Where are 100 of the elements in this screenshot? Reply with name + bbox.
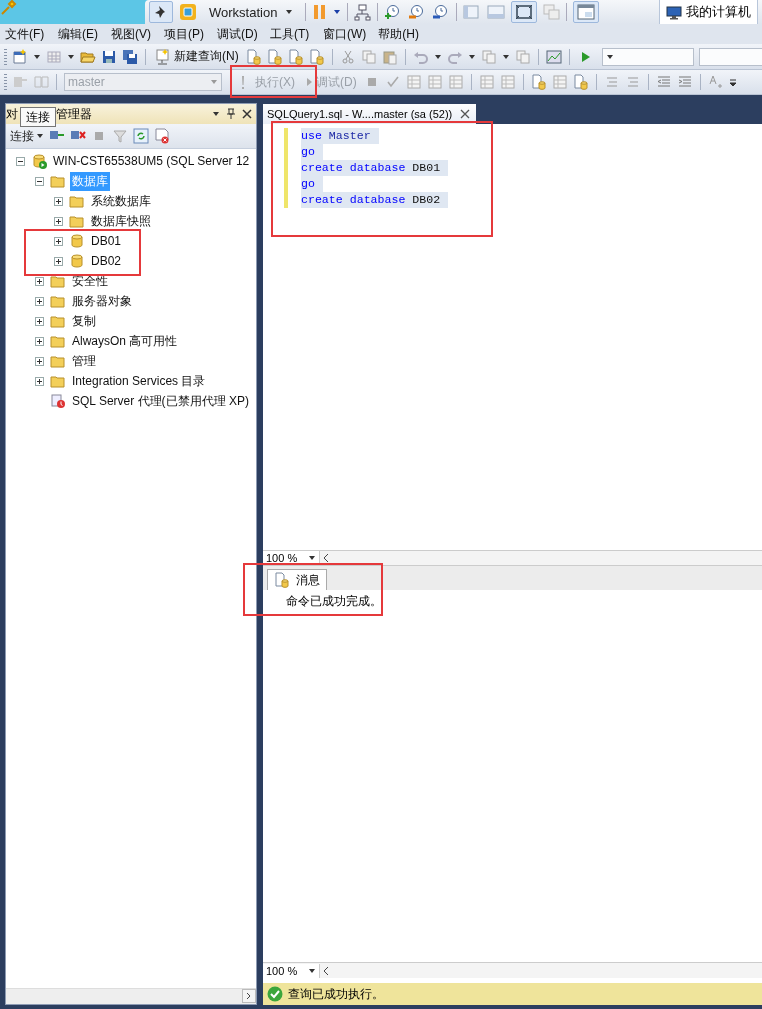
panel-title: 管理器 (56, 105, 92, 123)
document-tab[interactable]: SQLQuery1.sql - W....master (sa (52)) (263, 104, 477, 124)
folder-icon (50, 313, 66, 329)
pause-icon[interactable] (312, 4, 328, 20)
expand-icon[interactable] (54, 216, 63, 226)
folder-icon (50, 353, 66, 369)
xmla-query-icon[interactable] (308, 48, 325, 65)
collapse-icon[interactable] (16, 156, 25, 166)
menu-item[interactable]: 视图(V) (107, 25, 160, 43)
cube-logo-icon[interactable] (179, 3, 197, 21)
expand-icon[interactable] (35, 336, 44, 346)
dropdown-arrow-icon[interactable] (605, 52, 614, 61)
messages-tab[interactable]: 消息 (267, 569, 327, 590)
paste-icon[interactable] (381, 48, 398, 65)
database-icon (69, 233, 85, 249)
window-icon[interactable] (577, 4, 596, 20)
fullscreen-icon[interactable] (515, 4, 534, 20)
folder-icon (69, 213, 85, 229)
menu-item[interactable]: 项目(P) (160, 25, 213, 43)
database-query-icon[interactable] (530, 74, 547, 90)
database-query-icon[interactable] (572, 74, 589, 90)
dropdown-arrow-icon[interactable] (33, 52, 41, 61)
check-icon[interactable] (384, 74, 401, 90)
zoom-dropdown[interactable]: 100 % (263, 963, 320, 978)
tree-item[interactable]: Integration Services 目录 (70, 371, 208, 391)
dropdown-arrow-icon[interactable] (36, 132, 44, 140)
folder-icon (50, 173, 66, 189)
dropdown-arrow-icon[interactable] (501, 52, 510, 61)
dropdown-arrow-icon[interactable] (308, 966, 316, 975)
close-icon[interactable] (242, 109, 252, 119)
new-document-icon[interactable] (12, 48, 28, 65)
dropdown-field[interactable] (698, 47, 762, 66)
connect-button[interactable]: 连接 (10, 127, 44, 145)
tree-item[interactable]: SQL Server 代理(已禁用代理 XP) (70, 391, 251, 411)
expand-icon[interactable] (35, 316, 44, 326)
tree-item[interactable]: 系统数据库 (89, 191, 153, 211)
dropdown-arrow-icon[interactable] (285, 8, 294, 16)
tree-item[interactable]: DB02 (89, 253, 124, 269)
query-icon (155, 48, 171, 65)
cut-icon[interactable] (339, 48, 356, 65)
menu-item[interactable]: 帮助(H) (374, 25, 428, 43)
refresh-icon[interactable] (133, 128, 149, 144)
menu-item[interactable]: 工具(T) (266, 25, 319, 43)
dropdown-arrow-icon[interactable] (308, 554, 316, 562)
monitor-icon (666, 4, 682, 20)
result-message: 命令已成功完成。 (286, 594, 382, 608)
expand-icon[interactable] (54, 236, 63, 246)
expand-icon[interactable] (35, 356, 44, 366)
tree-item[interactable]: 数据库快照 (89, 211, 153, 231)
collapse-icon[interactable] (35, 176, 44, 186)
tree-item[interactable]: AlwaysOn 高可用性 (70, 331, 180, 351)
network-icon[interactable] (354, 3, 372, 21)
scroll-right-icon[interactable] (242, 989, 256, 1003)
overflow-icon[interactable] (728, 77, 737, 87)
database-icon (69, 253, 85, 269)
tree-item[interactable]: 服务器对象 (70, 291, 134, 311)
tree-item[interactable]: DB01 (89, 233, 124, 249)
close-icon[interactable] (460, 109, 471, 119)
mdx-query-icon[interactable] (266, 48, 283, 65)
save-all-icon[interactable] (122, 48, 138, 65)
menu-item[interactable]: 文件(F) (1, 25, 54, 43)
expand-icon[interactable] (35, 276, 44, 286)
tree-item[interactable]: 复制 (70, 311, 98, 331)
folder-icon (69, 193, 85, 209)
dropdown-field[interactable] (601, 47, 694, 66)
dropdown-arrow-icon[interactable] (212, 110, 220, 118)
dropdown-arrow-icon[interactable] (67, 52, 75, 61)
exclamation-icon (239, 74, 247, 90)
computer-tab[interactable]: 我的计算机 (659, 0, 758, 24)
tree-item[interactable]: 安全性 (70, 271, 110, 291)
tree-item[interactable]: WIN-CST65538UM5 (SQL Server 12 (51, 153, 252, 169)
tree-item[interactable]: 管理 (70, 351, 98, 371)
dropdown-arrow-icon[interactable] (433, 52, 442, 61)
message-icon (274, 572, 290, 588)
chart-icon[interactable] (545, 48, 562, 65)
folder-icon (50, 373, 66, 389)
expand-icon[interactable] (35, 376, 44, 386)
dropdown-arrow-icon[interactable] (333, 8, 342, 16)
product-dropdown[interactable]: Workstation (203, 3, 300, 21)
dmx-query-icon[interactable] (287, 48, 304, 65)
menu-item[interactable]: 调试(D) (213, 25, 266, 43)
status-text: 查询已成功执行。 (288, 985, 384, 1003)
save-icon[interactable] (101, 48, 117, 65)
pin-icon[interactable] (226, 108, 236, 120)
menu-item[interactable]: 窗口(W) (319, 25, 375, 43)
database-query-icon[interactable] (245, 48, 262, 65)
new-query-button[interactable]: 新建查询(N) (153, 47, 241, 66)
folder-icon (50, 333, 66, 349)
play-icon (306, 77, 313, 87)
dropdown-arrow-icon[interactable] (467, 52, 476, 61)
expand-icon[interactable] (54, 256, 63, 266)
report-icon[interactable] (154, 128, 170, 144)
indent-icon[interactable] (676, 74, 693, 90)
folder-icon (50, 273, 66, 289)
expand-icon[interactable] (54, 196, 63, 206)
panel-title: 对 (6, 105, 18, 123)
outdent-icon[interactable] (655, 74, 672, 90)
expand-icon[interactable] (35, 296, 44, 306)
success-icon (267, 986, 283, 1002)
menu-item[interactable]: 编辑(E) (54, 25, 107, 43)
